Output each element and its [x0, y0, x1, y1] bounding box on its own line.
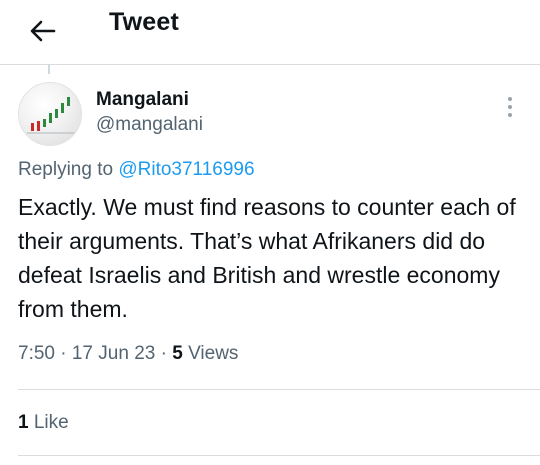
likes-label: Like	[28, 412, 69, 433]
more-options-button[interactable]	[500, 92, 520, 122]
tweet-text: Exactly. We must find reasons to counter…	[18, 194, 516, 322]
avatar[interactable]	[18, 82, 82, 146]
chart-avatar-icon	[27, 97, 75, 134]
views-label: Views	[182, 343, 239, 364]
thread-connector-line	[48, 64, 50, 74]
replying-to-line: Replying to @Rito37116996	[18, 159, 255, 181]
back-button[interactable]	[22, 10, 64, 52]
top-app-bar: Tweet	[0, 0, 540, 65]
replying-to-prefix: Replying to	[18, 159, 119, 180]
likes-count: 1	[18, 412, 29, 433]
vertical-ellipsis-icon	[508, 97, 512, 101]
vertical-ellipsis-icon	[508, 113, 512, 117]
divider	[18, 455, 540, 456]
author-handle[interactable]: @mangalani	[96, 114, 203, 136]
arrow-left-icon	[30, 20, 56, 42]
tweet-meta: 7:50 · 17 Jun 23 · 5 Views	[18, 343, 238, 365]
divider	[18, 389, 540, 390]
replying-to-link[interactable]: @Rito37116996	[118, 159, 254, 180]
tweet-timestamp[interactable]: 7:50 · 17 Jun 23 ·	[18, 343, 172, 364]
vertical-ellipsis-icon	[508, 105, 512, 109]
author-display-name[interactable]: Mangalani	[96, 89, 189, 111]
likes-link[interactable]: 1 Like	[18, 412, 69, 434]
page-title: Tweet	[109, 8, 179, 36]
views-count: 5	[172, 343, 183, 364]
